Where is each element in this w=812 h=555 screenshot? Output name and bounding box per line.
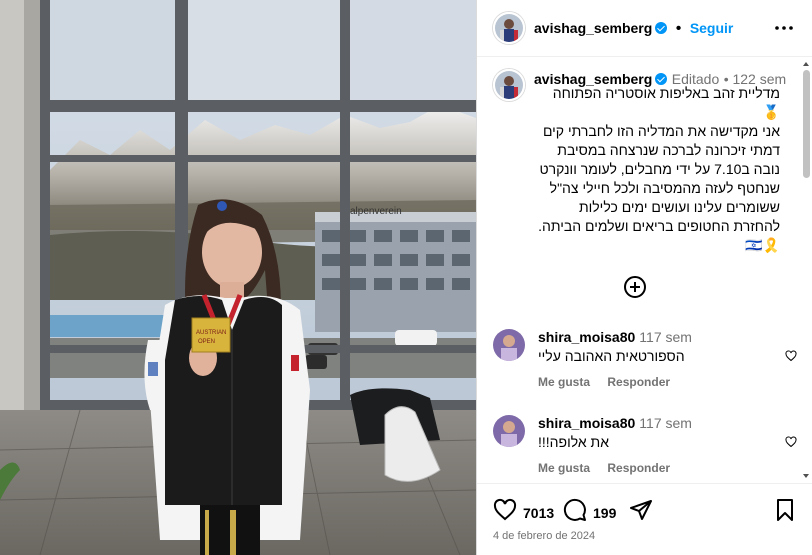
caption-text: מדליית זהב באליפות אוסטריה הפתוחה 🥇 אני …	[538, 85, 780, 253]
author-avatar[interactable]	[493, 12, 525, 44]
add-circle-icon[interactable]	[624, 276, 646, 298]
post-date[interactable]: 4 de febrero de 2024	[493, 530, 595, 542]
more-options-icon[interactable]	[774, 18, 794, 43]
bookmark-icon[interactable]	[773, 498, 797, 522]
comment-header: shira_moisa80 117 sem	[538, 329, 692, 345]
post-actions: 7013 199 4 de febrero de 2024	[477, 483, 812, 555]
comment-actions: Me gusta Responder	[538, 461, 684, 475]
comment-actions: Me gusta Responder	[538, 375, 684, 389]
comment-icon[interactable]	[563, 498, 587, 527]
comment-like-button[interactable]: Me gusta	[538, 375, 590, 389]
comment-username[interactable]: shira_moisa80	[538, 415, 635, 431]
header-user-line: avishag_semberg • Seguir	[534, 20, 733, 38]
author-username[interactable]: avishag_semberg	[534, 20, 652, 36]
post-header: avishag_semberg • Seguir	[477, 0, 812, 57]
comment-count[interactable]: 199	[593, 505, 616, 521]
comment-item: shira_moisa80 117 sem הספורטאית האהובה על…	[493, 327, 797, 397]
comment-text: את אלופה!!!	[538, 434, 609, 450]
building-sign: alpenverein	[350, 206, 402, 217]
follow-button[interactable]: Seguir	[690, 20, 734, 36]
like-count[interactable]: 7013	[523, 505, 554, 521]
svg-text:AUSTRIAN: AUSTRIAN	[196, 330, 226, 336]
like-action[interactable]: 7013	[493, 498, 554, 527]
photo-scene: alpenverein AUSTRIAN OPEN	[0, 0, 476, 555]
comments-scrollbar[interactable]	[800, 60, 812, 480]
heart-icon[interactable]	[785, 349, 797, 367]
comment-username[interactable]: shira_moisa80	[538, 329, 635, 345]
comment-action[interactable]: 199	[563, 498, 616, 527]
share-icon[interactable]	[629, 498, 653, 522]
heart-icon[interactable]	[785, 435, 797, 453]
comment-text: הספורטאית האהובה עליי	[538, 348, 685, 364]
post-panel: avishag_semberg • Seguir avishag_semberg…	[476, 0, 812, 555]
comment-item: shira_moisa80 117 sem את אלופה!!! Me gust…	[493, 413, 797, 483]
comment-reply-button[interactable]: Responder	[607, 461, 670, 475]
scroll-up-arrow-icon[interactable]	[803, 62, 809, 66]
post-photo: alpenverein AUSTRIAN OPEN	[0, 0, 476, 555]
comment-reply-button[interactable]: Responder	[607, 375, 670, 389]
comment-age[interactable]: 117 sem	[639, 415, 692, 431]
commenter-avatar[interactable]	[493, 415, 525, 447]
comment-header: shira_moisa80 117 sem	[538, 415, 692, 431]
verified-badge-icon	[655, 22, 668, 34]
comment-like-button[interactable]: Me gusta	[538, 461, 590, 475]
comment-age[interactable]: 117 sem	[639, 329, 692, 345]
scroll-down-arrow-icon[interactable]	[803, 474, 809, 478]
scroll-thumb[interactable]	[803, 70, 810, 178]
svg-text:OPEN: OPEN	[198, 339, 215, 345]
separator-dot: •	[675, 20, 682, 37]
commenter-avatar[interactable]	[493, 329, 525, 361]
heart-icon[interactable]	[493, 498, 517, 527]
comments-list[interactable]: avishag_semberg Editado • 122 sem מדליית…	[477, 57, 812, 483]
caption-avatar[interactable]	[493, 69, 525, 101]
